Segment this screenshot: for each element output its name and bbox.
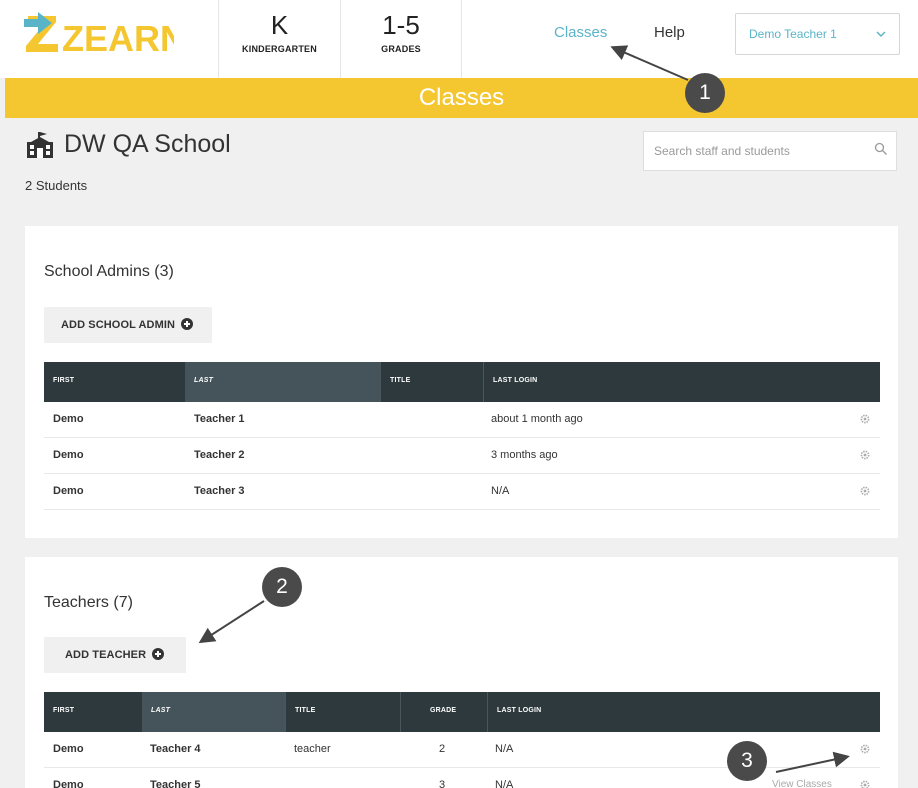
cell-grade: 2 <box>439 743 446 755</box>
cell-last: Teacher 4 <box>150 743 201 755</box>
table-row[interactable]: Demo Teacher 1 about 1 month ago <box>44 402 880 438</box>
user-menu-dropdown[interactable]: Demo Teacher 1 <box>735 13 900 55</box>
cell-last: Teacher 3 <box>194 485 245 497</box>
plus-circle-icon <box>181 318 194 330</box>
grades-range: 1-5 <box>382 10 420 40</box>
grades-switch[interactable]: 1-5 GRADES <box>340 0 462 78</box>
add-teacher-label: ADD TEACHER <box>65 649 147 661</box>
school-admins-card: School Admins (3) ADD SCHOOL ADMIN FIRST… <box>25 226 898 538</box>
teachers-table-header: FIRST LAST TITLE GRADE LAST LOGIN <box>44 692 880 732</box>
school-icon <box>27 132 53 158</box>
column-header-title[interactable]: TITLE <box>285 692 400 732</box>
kindergarten-label: KINDERGARTEN <box>242 44 317 54</box>
column-header-last-login[interactable]: LAST LOGIN <box>487 692 880 732</box>
add-teacher-button[interactable]: ADD TEACHER <box>44 637 186 673</box>
plus-circle-icon <box>152 648 165 660</box>
search-icon[interactable] <box>874 142 888 156</box>
logo-text: ZEARN <box>62 18 174 56</box>
teachers-card: Teachers (7) ADD TEACHER FIRST LAST TITL… <box>25 557 898 788</box>
column-header-last[interactable]: LAST <box>142 692 285 732</box>
gear-icon[interactable] <box>860 744 870 754</box>
kindergarten-letter: K <box>270 10 289 40</box>
callout-1: 1 <box>685 73 725 113</box>
callout-2: 2 <box>262 567 302 607</box>
page-banner: Classes <box>5 78 918 118</box>
search-input[interactable] <box>654 144 864 158</box>
user-menu-name: Demo Teacher 1 <box>749 27 837 41</box>
cell-grade: 3 <box>439 779 446 788</box>
cell-first: Demo <box>53 779 84 788</box>
top-navigation-bar: ZEARN K KINDERGARTEN 1-5 GRADES Classes … <box>0 0 918 78</box>
column-header-last[interactable]: LAST <box>185 362 380 402</box>
cell-last-login: about 1 month ago <box>491 413 583 425</box>
cell-last: Teacher 1 <box>194 413 245 425</box>
column-header-first[interactable]: FIRST <box>44 692 142 732</box>
school-name: DW QA School <box>64 130 231 158</box>
grades-label: GRADES <box>381 44 421 54</box>
page-title: Classes <box>418 84 505 111</box>
gear-icon[interactable] <box>860 780 870 788</box>
column-header-last-login[interactable]: LAST LOGIN <box>483 362 880 402</box>
staff-student-search[interactable] <box>643 131 897 171</box>
chevron-down-icon <box>876 31 886 37</box>
school-admins-title: School Admins (3) <box>44 263 174 280</box>
gear-icon[interactable] <box>860 414 870 424</box>
cell-last-login: 3 months ago <box>491 449 558 461</box>
gear-icon[interactable] <box>860 486 870 496</box>
table-row[interactable]: Demo Teacher 2 3 months ago <box>44 438 880 474</box>
kindergarten-switch[interactable]: K KINDERGARTEN <box>218 0 340 78</box>
student-count[interactable]: 2 Students <box>25 178 87 193</box>
column-header-title[interactable]: TITLE <box>380 362 483 402</box>
nav-classes-link[interactable]: Classes <box>554 24 607 41</box>
cell-last: Teacher 5 <box>150 779 201 788</box>
cell-last-login: N/A <box>495 743 514 755</box>
cell-last-login: N/A <box>495 779 514 788</box>
gear-icon[interactable] <box>860 450 870 460</box>
nav-help-link[interactable]: Help <box>654 24 685 41</box>
table-row[interactable]: Demo Teacher 3 N/A <box>44 474 880 510</box>
admins-table-header: FIRST LAST TITLE LAST LOGIN <box>44 362 880 402</box>
cell-first: Demo <box>53 485 84 497</box>
column-header-grade[interactable]: GRADE <box>400 692 487 732</box>
callout-3: 3 <box>727 741 767 781</box>
cell-last: Teacher 2 <box>194 449 245 461</box>
zearn-logo-icon[interactable]: ZEARN <box>24 8 174 56</box>
teachers-title: Teachers (7) <box>44 594 133 611</box>
cell-last-login: N/A <box>491 485 510 497</box>
add-school-admin-button[interactable]: ADD SCHOOL ADMIN <box>44 307 212 343</box>
add-school-admin-label: ADD SCHOOL ADMIN <box>61 319 176 331</box>
column-header-first[interactable]: FIRST <box>44 362 185 402</box>
cell-first: Demo <box>53 449 84 461</box>
cell-title: teacher <box>294 743 331 755</box>
view-classes-link[interactable]: View Classes <box>772 779 832 788</box>
cell-first: Demo <box>53 413 84 425</box>
cell-first: Demo <box>53 743 84 755</box>
